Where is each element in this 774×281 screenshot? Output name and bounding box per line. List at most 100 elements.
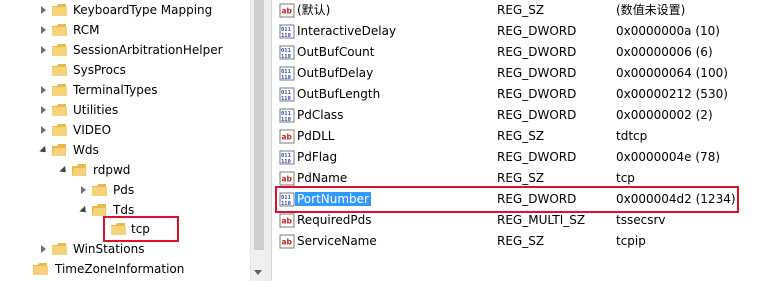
binary-value-icon: 011110 (279, 150, 295, 165)
tree-item-label: SessionArbitrationHelper (73, 43, 223, 57)
expand-arrow-icon[interactable] (41, 245, 46, 253)
value-data: 0x00000002 (2) (616, 108, 713, 122)
collapse-arrow-icon[interactable] (79, 205, 89, 216)
value-data: 0x0000000a (10) (616, 24, 720, 38)
value-row[interactable]: ab RequiredPds REG_MULTI_SZ tssecsrv (272, 210, 774, 231)
scrollbar-thumb[interactable] (254, 0, 264, 250)
tree-item-label: Pds (113, 183, 135, 197)
expand-arrow-icon[interactable] (81, 186, 86, 194)
string-value-icon: ab (279, 171, 295, 186)
svg-text:110: 110 (281, 33, 291, 39)
svg-text:ab: ab (282, 175, 293, 184)
value-name: PdFlag (297, 150, 338, 164)
value-type: REG_DWORD (497, 24, 577, 38)
value-name: (默认) (297, 3, 331, 17)
value-data: (数值未设置) (616, 3, 686, 17)
value-name: OutBufCount (297, 45, 375, 59)
value-type: REG_DWORD (497, 66, 577, 80)
value-type: REG_SZ (497, 234, 545, 248)
expand-arrow-icon[interactable] (41, 46, 46, 54)
tree-item-label: RCM (73, 23, 100, 37)
tree-item-label: WinStations (73, 242, 145, 256)
value-data: 0x0000004e (78) (616, 150, 721, 164)
open-folder-icon (72, 164, 87, 176)
tree-item-label: VIDEO (73, 123, 112, 137)
svg-text:ab: ab (282, 7, 293, 16)
folder-icon (52, 84, 67, 96)
value-row[interactable]: 011 110 PdClass REG_DWORD 0x00000002 (2) (272, 105, 774, 126)
tree-vertical-scrollbar[interactable] (250, 0, 267, 281)
svg-text:110: 110 (281, 96, 291, 102)
value-row[interactable]: 011 110 OutBufDelay REG_DWORD 0x00000064 … (272, 63, 774, 84)
value-name: ServiceName (297, 234, 377, 248)
value-type: REG_SZ (497, 3, 545, 17)
value-name: RequiredPds (297, 213, 372, 227)
folder-icon (52, 64, 67, 76)
value-name: InteractiveDelay (297, 24, 397, 38)
registry-key-tree[interactable]: KeyboardType Mapping RCM SessionArbitrat… (0, 0, 250, 281)
string-value-icon: ab (279, 3, 295, 18)
svg-text:110: 110 (281, 159, 291, 165)
open-folder-icon (52, 144, 67, 156)
open-folder-icon (92, 204, 107, 216)
svg-text:ab: ab (282, 133, 293, 142)
value-type: REG_DWORD (497, 150, 577, 164)
collapse-arrow-icon[interactable] (39, 145, 49, 156)
tree-item-label: KeyboardType Mapping (73, 3, 213, 17)
value-data: 0x00000064 (100) (616, 66, 728, 80)
string-value-icon: ab (279, 213, 295, 228)
value-data: 0x00000212 (530) (616, 87, 728, 101)
value-row[interactable]: ab ServiceName REG_SZ tcpip (272, 231, 774, 252)
collapse-arrow-icon[interactable] (59, 165, 69, 176)
expand-arrow-icon[interactable] (41, 6, 46, 14)
value-type: REG_SZ (497, 129, 545, 143)
value-name: PdDLL (297, 129, 335, 143)
value-data: tssecsrv (616, 213, 666, 227)
value-name: OutBufDelay (297, 66, 374, 80)
value-data: tcpip (616, 234, 646, 248)
value-name: OutBufLength (297, 87, 381, 101)
value-data: 0x00000006 (6) (616, 45, 713, 59)
tree-item-label: TerminalTypes (73, 83, 158, 97)
value-row[interactable]: 011 110 PdFlag REG_DWORD 0x0000004e (78) (272, 147, 774, 168)
value-data: tdtcp (616, 129, 648, 143)
value-row[interactable]: 011 110 InteractiveDelay REG_DWORD 0x0000… (272, 21, 774, 42)
folder-icon (33, 263, 48, 275)
expand-arrow-icon[interactable] (41, 26, 46, 34)
value-row[interactable]: ab (默认) REG_SZ (数值未设置) (272, 0, 774, 21)
binary-value-icon: 011110 (279, 24, 295, 39)
value-row[interactable]: 011 110 OutBufLength REG_DWORD 0x00000212… (272, 84, 774, 105)
value-row[interactable]: 011 110 OutBufCount REG_DWORD 0x00000006 … (272, 42, 774, 63)
tree-item-label: TimeZoneInformation (55, 262, 185, 276)
folder-icon (52, 124, 67, 136)
scroll-down-arrow-icon[interactable] (254, 270, 262, 275)
folder-icon (52, 44, 67, 56)
expand-arrow-icon[interactable] (41, 86, 46, 94)
binary-value-icon: 011110 (279, 87, 295, 102)
svg-text:110: 110 (281, 117, 291, 123)
tree-item-label: SysProcs (73, 63, 126, 77)
registry-values-list[interactable]: ab (默认) REG_SZ (数值未设置) 011 110 Interactiv… (272, 0, 774, 281)
binary-value-icon: 011110 (279, 66, 295, 81)
value-type: REG_DWORD (497, 87, 577, 101)
expand-arrow-icon[interactable] (41, 106, 46, 114)
portnumber-highlight-box (275, 186, 739, 213)
svg-text:ab: ab (282, 217, 293, 226)
folder-icon (52, 104, 67, 116)
value-type: REG_DWORD (497, 108, 577, 122)
string-value-icon: ab (279, 234, 295, 249)
folder-icon (52, 24, 67, 36)
folder-icon (92, 184, 107, 196)
svg-text:ab: ab (282, 238, 293, 247)
value-type: REG_MULTI_SZ (497, 213, 586, 227)
string-value-icon: ab (279, 129, 295, 144)
folder-icon (52, 243, 67, 255)
value-row[interactable]: ab PdDLL REG_SZ tdtcp (272, 126, 774, 147)
binary-value-icon: 011110 (279, 108, 295, 123)
value-name: PdClass (297, 108, 344, 122)
folder-icon (52, 4, 67, 16)
expand-arrow-icon[interactable] (41, 126, 46, 134)
value-type: REG_DWORD (497, 45, 577, 59)
binary-value-icon: 011110 (279, 45, 295, 60)
tree-item-label: rdpwd (93, 163, 131, 177)
